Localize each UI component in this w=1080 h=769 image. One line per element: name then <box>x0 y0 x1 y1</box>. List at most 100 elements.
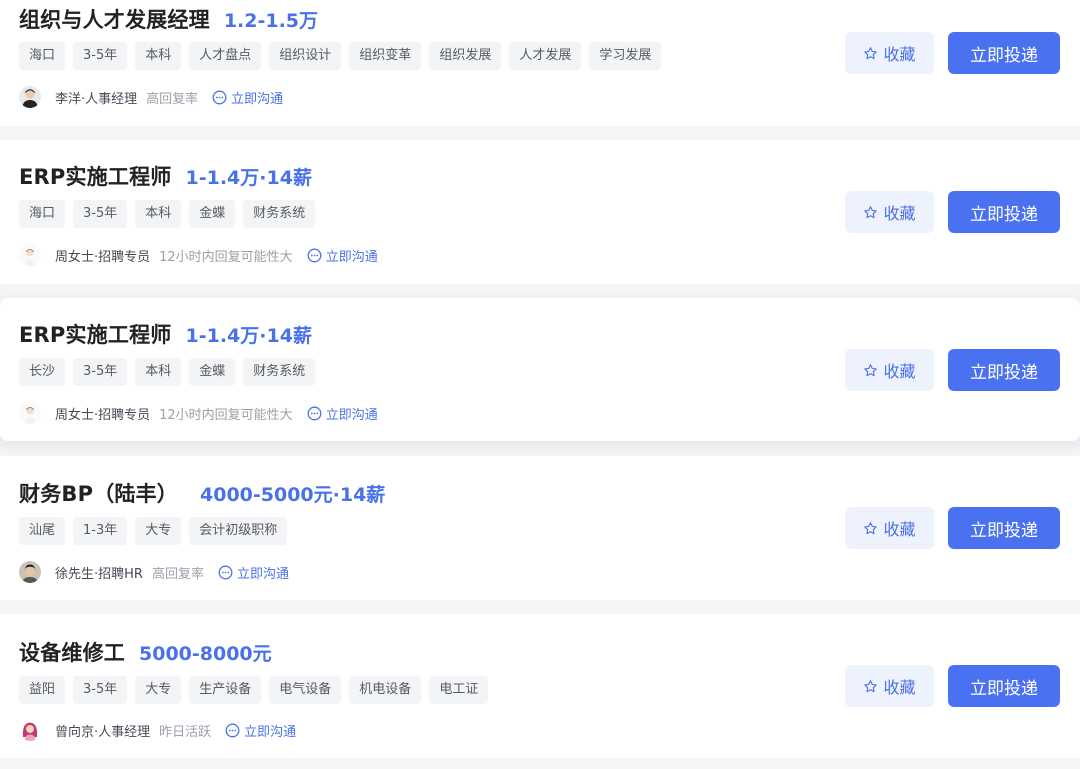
favorite-button[interactable]: 收藏 <box>845 349 934 391</box>
tag: 电气设备 <box>269 676 342 704</box>
activity-status: 高回复率 <box>151 566 204 582</box>
recruiter-name: 周女士·招聘专员 <box>55 249 151 265</box>
job-title[interactable]: ERP实施工程师 <box>19 319 172 349</box>
job-card[interactable]: ERP实施工程师 1-1.4万·14薪 海口 3-5年 本科 金蝶 财务系统 周… <box>0 140 1080 284</box>
job-title-row: ERP实施工程师 1-1.4万·14薪 <box>19 319 312 349</box>
activity-status: 昨日活跃 <box>159 724 212 740</box>
tag: 人才发展 <box>509 42 582 70</box>
star-icon <box>863 521 878 536</box>
tag: 海口 <box>19 42 66 70</box>
tag: 人才盘点 <box>189 42 262 70</box>
salary: 1-1.4万·14薪 <box>185 325 312 347</box>
tag: 财务系统 <box>243 200 316 228</box>
job-card[interactable]: ERP实施工程师 1-1.4万·14薪 长沙 3-5年 本科 金蝶 财务系统 周… <box>0 298 1080 441</box>
recruiter-row: 李洋·人事经理 高回复率 立即沟通 <box>19 85 283 109</box>
tag: 长沙 <box>19 358 66 386</box>
tag: 本科 <box>135 200 182 228</box>
recruiter-row: 周女士·招聘专员 12小时内回复可能性大 立即沟通 <box>19 243 378 267</box>
star-icon <box>863 46 878 61</box>
favorite-button[interactable]: 收藏 <box>845 191 934 233</box>
job-title[interactable]: 设备维修工 <box>19 637 125 667</box>
tag: 汕尾 <box>19 517 66 545</box>
favorite-label: 收藏 <box>883 678 916 697</box>
tag: 财务系统 <box>243 358 316 386</box>
chat-link[interactable]: 立即沟通 <box>212 88 283 107</box>
chat-label: 立即沟通 <box>231 91 284 107</box>
recruiter-name: 李洋·人事经理 <box>55 91 138 107</box>
favorite-label: 收藏 <box>883 204 916 223</box>
salary: 4000-5000元·14薪 <box>200 484 386 506</box>
chat-label: 立即沟通 <box>244 724 297 740</box>
chat-link[interactable]: 立即沟通 <box>307 404 378 423</box>
apply-button[interactable]: 立即投递 <box>948 349 1060 391</box>
tag-list: 长沙 3-5年 本科 金蝶 财务系统 <box>19 358 316 386</box>
avatar[interactable] <box>19 244 41 266</box>
job-title[interactable]: 组织与人才发展经理 <box>19 4 210 34</box>
apply-button[interactable]: 立即投递 <box>948 191 1060 233</box>
tag: 本科 <box>135 42 182 70</box>
activity-status: 12小时内回复可能性大 <box>159 249 293 265</box>
favorite-button[interactable]: 收藏 <box>845 32 934 74</box>
favorite-button[interactable]: 收藏 <box>845 507 934 549</box>
recruiter-name: 曾向京·人事经理 <box>55 724 151 740</box>
tag-list: 海口 3-5年 本科 人才盘点 组织设计 组织变革 组织发展 人才发展 学习发展 <box>19 42 662 70</box>
apply-button[interactable]: 立即投递 <box>948 507 1060 549</box>
salary: 5000-8000元 <box>139 643 272 665</box>
tag: 本科 <box>135 358 182 386</box>
chat-link[interactable]: 立即沟通 <box>225 721 296 740</box>
tag: 组织设计 <box>269 42 342 70</box>
chat-bubble-icon <box>307 406 322 421</box>
avatar[interactable] <box>19 402 41 424</box>
job-title-row: ERP实施工程师 1-1.4万·14薪 <box>19 161 312 191</box>
star-icon <box>863 363 878 378</box>
salary: 1.2-1.5万 <box>223 10 319 32</box>
chat-label: 立即沟通 <box>325 249 378 265</box>
avatar[interactable] <box>19 561 41 583</box>
tag: 生产设备 <box>189 676 262 704</box>
apply-button[interactable]: 立即投递 <box>948 665 1060 707</box>
favorite-label: 收藏 <box>883 362 916 381</box>
favorite-button[interactable]: 收藏 <box>845 665 934 707</box>
job-title-row: 设备维修工 5000-8000元 <box>19 637 272 667</box>
avatar[interactable] <box>19 719 41 741</box>
tag: 3-5年 <box>73 42 128 70</box>
chat-link[interactable]: 立即沟通 <box>307 246 378 265</box>
chat-link[interactable]: 立即沟通 <box>218 563 289 582</box>
chat-bubble-icon <box>225 723 240 738</box>
favorite-label: 收藏 <box>883 45 916 64</box>
chat-bubble-icon <box>218 565 233 580</box>
job-card[interactable]: 组织与人才发展经理 1.2-1.5万 海口 3-5年 本科 人才盘点 组织设计 … <box>0 0 1080 126</box>
tag: 大专 <box>135 517 182 545</box>
recruiter-name: 徐先生·招聘HR <box>55 566 143 582</box>
favorite-label: 收藏 <box>883 520 916 539</box>
apply-button[interactable]: 立即投递 <box>948 32 1060 74</box>
chat-bubble-icon <box>212 90 227 105</box>
tag: 金蝶 <box>189 200 236 228</box>
tag: 组织变革 <box>349 42 422 70</box>
recruiter-row: 曾向京·人事经理 昨日活跃 立即沟通 <box>19 718 296 742</box>
job-title-row: 组织与人才发展经理 1.2-1.5万 <box>19 4 318 34</box>
chat-label: 立即沟通 <box>236 566 289 582</box>
recruiter-row: 徐先生·招聘HR 高回复率 立即沟通 <box>19 560 289 584</box>
job-title[interactable]: ERP实施工程师 <box>19 161 172 191</box>
tag: 大专 <box>135 676 182 704</box>
job-card[interactable]: 设备维修工 5000-8000元 益阳 3-5年 大专 生产设备 电气设备 机电… <box>0 614 1080 758</box>
recruiter-row: 周女士·招聘专员 12小时内回复可能性大 立即沟通 <box>19 401 378 425</box>
job-card[interactable]: 财务BP（陆丰） 4000-5000元·14薪 汕尾 1-3年 大专 会计初级职… <box>0 456 1080 600</box>
tag-list: 汕尾 1-3年 大专 会计初级职称 <box>19 517 288 545</box>
star-icon <box>863 679 878 694</box>
star-icon <box>863 205 878 220</box>
activity-status: 12小时内回复可能性大 <box>159 407 293 423</box>
chat-bubble-icon <box>307 248 322 263</box>
tag: 3-5年 <box>73 200 128 228</box>
salary: 1-1.4万·14薪 <box>185 167 312 189</box>
tag-list: 海口 3-5年 本科 金蝶 财务系统 <box>19 200 316 228</box>
avatar[interactable] <box>19 86 41 108</box>
tag: 益阳 <box>19 676 66 704</box>
job-title[interactable]: 财务BP（陆丰） <box>19 478 178 508</box>
tag: 电工证 <box>429 676 489 704</box>
activity-status: 高回复率 <box>146 91 199 107</box>
tag: 3-5年 <box>73 676 128 704</box>
recruiter-name: 周女士·招聘专员 <box>55 407 151 423</box>
chat-label: 立即沟通 <box>325 407 378 423</box>
